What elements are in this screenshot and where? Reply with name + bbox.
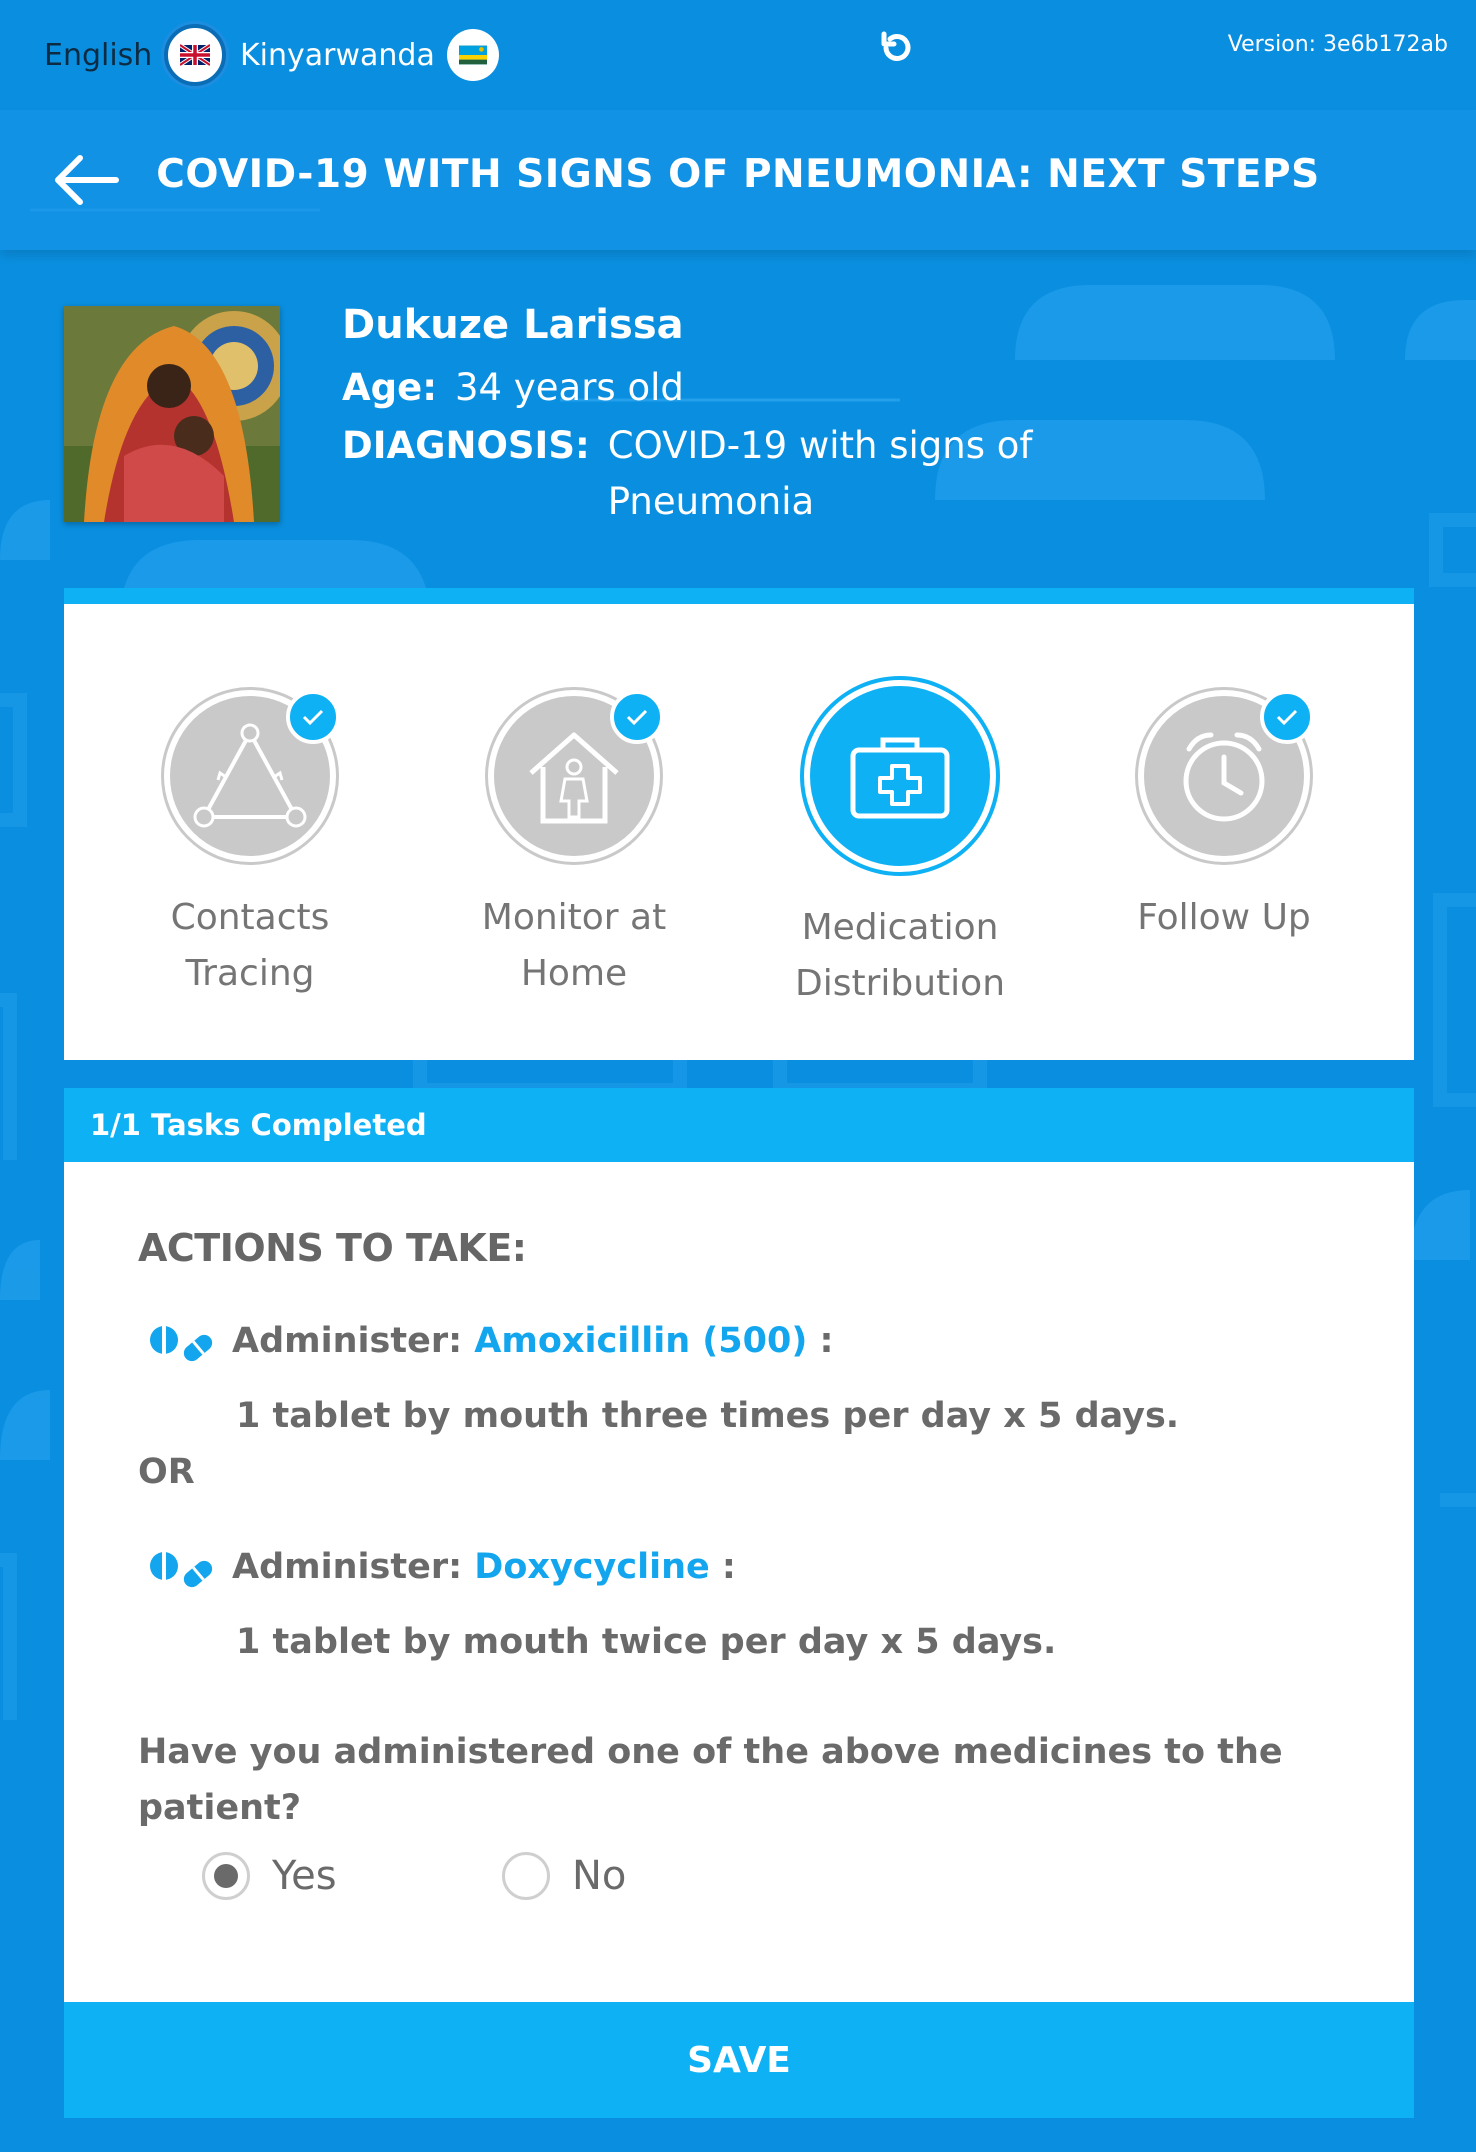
language-kinyarwanda-label: Kinyarwanda [240,37,435,73]
refresh-icon[interactable] [876,28,916,68]
administer-label: Administer: [232,1321,463,1361]
patient-name: Dukuze Larissa [342,302,684,348]
actions-title: ACTIONS TO TAKE: [138,1226,527,1270]
step-label: Medication Distribution [794,907,1006,1004]
medication-item: Administer: Amoxicillin (500) : [148,1320,834,1364]
patient-info: Dukuze Larissa Age: 34 years old DIAGNOS… [342,302,1068,543]
radio-no-label: No [572,1853,627,1899]
step-label: Contacts Tracing [170,897,330,994]
step-monitor-at-home[interactable]: Monitor at Home [444,690,704,1002]
check-icon [610,690,664,744]
step-contacts-tracing[interactable]: Contacts Tracing [120,690,380,1002]
language-kinyarwanda[interactable]: Kinyarwanda [240,24,499,86]
radio-button-selected[interactable] [202,1852,250,1900]
radio-yes-label: Yes [272,1853,337,1899]
page-header: COVID-19 WITH SIGNS OF PNEUMONIA: NEXT S… [0,110,1476,250]
step-medication-distribution[interactable]: Medication Distribution [770,680,1030,1012]
alarm-clock-icon [1183,732,1265,822]
drug-name: Amoxicillin (500) [474,1321,808,1361]
age-value: 34 years old [455,366,684,409]
dosage-text: 1 tablet by mouth twice per day x 5 days… [236,1622,1057,1662]
radio-no[interactable]: No [502,1852,626,1900]
medication-item: Administer: Doxycycline : [148,1546,736,1590]
step-circle [488,690,664,862]
pill-icon [148,1546,218,1590]
tasks-status: 1/1 Tasks Completed [90,1108,427,1142]
drug-suffix: : [807,1321,834,1361]
or-separator: OR [138,1452,195,1492]
language-english-label: English [44,37,153,73]
age-label: Age: [342,366,438,409]
radio-yes[interactable]: Yes [202,1852,337,1900]
house-person-icon [529,732,619,824]
language-english[interactable]: English [44,24,227,86]
pill-icon [148,1320,218,1364]
administered-question: Have you administered one of the above m… [138,1732,1283,1828]
diagnosis-label: DIAGNOSIS: [342,424,590,468]
actions-card: ACTIONS TO TAKE: Administer: Amoxicillin… [64,1162,1414,2002]
check-icon [286,690,340,744]
drug-name: Doxycycline [474,1547,710,1587]
version-label: Version: 3e6b172ab [1227,32,1448,57]
check-icon [1260,690,1314,744]
uk-flag-icon [164,24,227,86]
dosage-text: 1 tablet by mouth three times per day x … [236,1396,1180,1436]
radio-button[interactable] [502,1852,550,1900]
save-button[interactable]: SAVE [64,2002,1414,2118]
administer-label: Administer: [232,1547,463,1587]
diagnosis-value: COVID-19 with signs of Pneumonia [607,424,1033,523]
page-title: COVID-19 WITH SIGNS OF PNEUMONIA: NEXT S… [156,152,1320,197]
step-circle [164,690,340,862]
step-circle [1138,690,1314,862]
steps-card: Contacts Tracing Monitor at Home Medicat… [64,588,1414,1060]
step-follow-up[interactable]: Follow Up [1094,690,1354,946]
tasks-status-bar: 1/1 Tasks Completed [64,1088,1414,1162]
drug-suffix: : [709,1547,736,1587]
step-label: Monitor at Home [481,897,667,994]
step-label: Follow Up [1137,897,1311,938]
rwanda-flag-icon [446,29,499,81]
medical-kit-icon [850,737,950,819]
step-circle [804,680,996,872]
triangle-network-icon [193,723,307,828]
top-bar: English Kinyarwanda Version: 3e6b172ab [0,0,1476,110]
patient-photo [64,306,280,522]
